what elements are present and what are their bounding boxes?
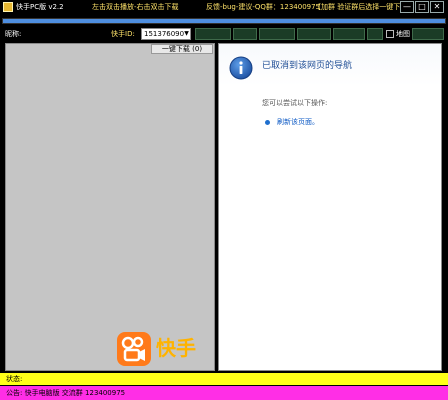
toolbar-button-6[interactable] — [367, 28, 383, 40]
try-following-text: 您可以尝试以下操作: — [262, 99, 328, 107]
title-instruction: 左击双击播放-右击双击下载 — [92, 3, 179, 11]
map-checkbox[interactable] — [386, 30, 394, 38]
notice-text: 公告: 快手电脑版 交流群 123400975 — [6, 389, 126, 397]
chevron-down-icon[interactable]: ▼ — [183, 29, 190, 39]
status-bar — [0, 373, 448, 385]
info-icon — [229, 56, 253, 80]
minimize-button[interactable]: — — [400, 1, 414, 13]
toolbar-button-4[interactable] — [297, 28, 331, 40]
toolbar-button-3[interactable] — [259, 28, 295, 40]
browser-panel — [218, 43, 442, 371]
map-checkbox-label: 地图 — [396, 30, 410, 38]
maximize-button[interactable]: □ — [415, 1, 429, 13]
toolbar-button-5[interactable] — [333, 28, 365, 40]
title-contact: 反馈-bug-建议-QQ群：123400975 — [206, 3, 321, 11]
status-label: 状态: — [6, 375, 23, 383]
app-icon — [3, 2, 13, 12]
kuaishou-id-label: 快手ID: — [111, 30, 135, 38]
close-button[interactable]: ✕ — [430, 1, 444, 13]
kuaishou-logo-text: 快手 — [156, 336, 196, 360]
navigation-canceled-title: 已取消到该网页的导航 — [262, 61, 353, 71]
toolbar-button-7[interactable] — [412, 28, 444, 40]
toolbar-button-1[interactable] — [195, 28, 231, 40]
refresh-page-link[interactable]: 刷新该页面。 — [277, 117, 319, 127]
one-click-download-button[interactable]: 一键下载 (0) — [151, 44, 213, 54]
video-list-panel[interactable] — [5, 43, 215, 371]
nickname-label: 昵称: — [5, 30, 22, 38]
toolbar-button-2[interactable] — [233, 28, 257, 40]
progress-bar-fill — [3, 19, 445, 23]
app-title: 快手PC版 v2.2 — [16, 3, 64, 11]
bullet-icon — [265, 120, 270, 125]
